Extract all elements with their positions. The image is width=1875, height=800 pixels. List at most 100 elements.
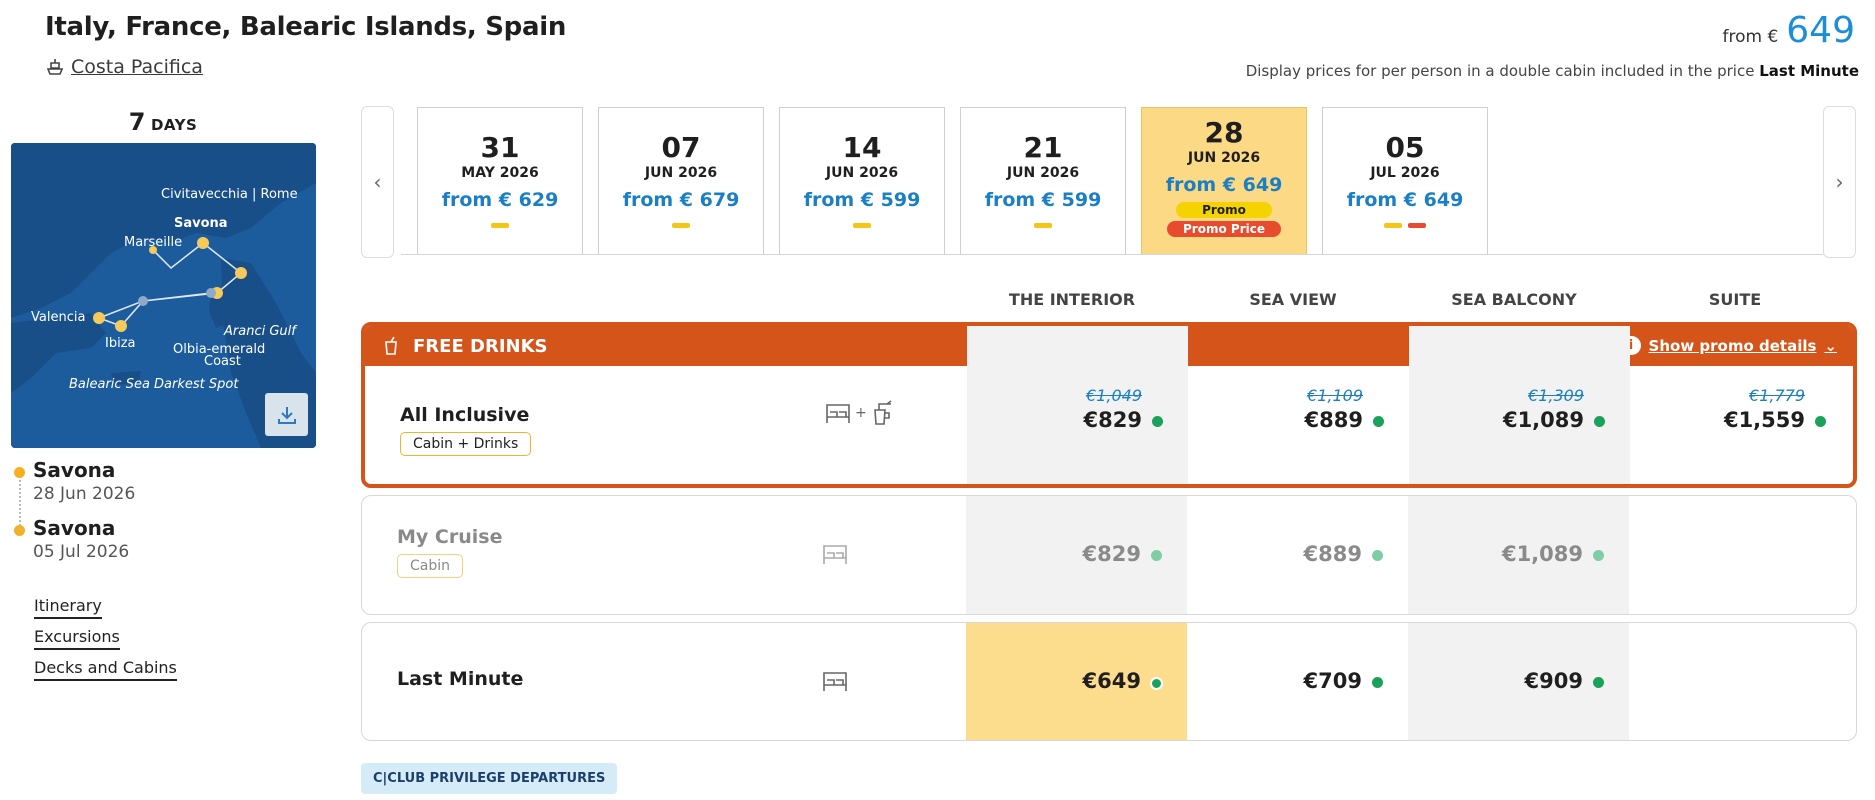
date-card-4-selected[interactable]: 28 JUN 2026 from € 649 Promo Promo Price	[1141, 107, 1307, 254]
date-card-0[interactable]: 31 MAY 2026 from € 629	[417, 107, 583, 254]
marker-yellow	[672, 223, 690, 228]
date-markers	[961, 223, 1125, 228]
availability-dot	[1150, 677, 1163, 690]
date-markers	[418, 223, 582, 228]
row-tag-cabin-drinks: Cabin + Drinks	[400, 432, 532, 456]
offer-price: €1,559	[1723, 408, 1805, 432]
date-day: 07	[661, 131, 701, 164]
chevron-left-icon: ‹	[373, 170, 382, 194]
date-month: JUL 2026	[1370, 165, 1440, 181]
offer-price: €1,089	[1501, 542, 1583, 566]
ship-link[interactable]: Costa Pacifica	[45, 56, 203, 78]
offer-row-my-cruise[interactable]: €829 €889 €1,089 My Cruise Cabin	[361, 495, 1857, 615]
ship-name: Costa Pacifica	[71, 56, 203, 78]
price-cell-interior-selected[interactable]: €649	[966, 623, 1187, 740]
availability-dot	[1152, 416, 1163, 427]
date-price: from € 599	[803, 189, 921, 211]
availability-dot	[1593, 677, 1604, 688]
marker-yellow	[1384, 223, 1402, 228]
original-price: €1,309	[1528, 386, 1584, 405]
drink-icon	[385, 336, 397, 355]
disclaimer-bold: Last Minute	[1759, 62, 1859, 80]
offer-price: €709	[1303, 669, 1362, 693]
offer-row-last-minute[interactable]: €649 €709 €909 Last Minute	[361, 622, 1857, 741]
drinks-icon	[873, 400, 892, 425]
download-icon	[277, 406, 296, 424]
days-label: DAYS	[150, 116, 198, 134]
port-list: Savona 28 Jun 2026 Savona 05 Jul 2026	[14, 458, 135, 574]
price-cell-suite[interactable]: €1,779 €1,559	[1630, 326, 1851, 484]
date-day: 05	[1385, 131, 1425, 164]
price-cell-sea-balcony[interactable]: €1,309 €1,089	[1409, 326, 1630, 484]
port-arrival: Savona 05 Jul 2026	[14, 516, 135, 562]
availability-dot	[1373, 416, 1384, 427]
carousel-prev-button[interactable]: ‹	[361, 106, 394, 258]
carousel-next-button[interactable]: ›	[1823, 106, 1856, 258]
days-number: 7	[128, 108, 146, 136]
offer-price: €829	[1083, 408, 1142, 432]
promo-badge: Promo	[1176, 202, 1272, 218]
map-label-savona: Savona	[174, 216, 228, 231]
offer-price: €889	[1303, 542, 1362, 566]
link-itinerary[interactable]: Itinerary	[34, 596, 102, 619]
date-day: 14	[842, 131, 882, 164]
bed-icon	[823, 545, 847, 564]
date-day: 28	[1204, 116, 1244, 149]
disclaimer-text: Display prices for per person in a doubl…	[1245, 62, 1755, 80]
date-price: from € 679	[622, 189, 740, 211]
availability-dot	[1372, 677, 1383, 688]
price-cell-sea-view[interactable]: €709	[1187, 623, 1408, 740]
price-cell-sea-view[interactable]: €1,109 €889	[1188, 326, 1409, 484]
date-markers	[1323, 223, 1487, 228]
promo-title: FREE DRINKS	[413, 335, 548, 357]
date-month: JUN 2026	[644, 165, 718, 181]
price-cell-sea-view[interactable]: €889	[1187, 496, 1408, 614]
link-decks-cabins[interactable]: Decks and Cabins	[34, 658, 177, 681]
port-connector	[19, 480, 21, 530]
offer-price: €889	[1304, 408, 1363, 432]
plus-sign: +	[855, 405, 867, 421]
bed-icon	[826, 404, 850, 423]
duration: 7 DAYS	[10, 108, 316, 136]
cabin-drinks-icons: +	[825, 400, 897, 426]
original-price: €1,779	[1749, 386, 1805, 405]
club-privilege-badge[interactable]: C|CLUB PRIVILEGE DEPARTURES	[361, 763, 618, 794]
promo-offer-card[interactable]: FREE DRINKS i Show promo details ⌄ €1,04…	[361, 322, 1857, 488]
date-price: from € 649	[1346, 189, 1464, 211]
from-label: from €	[1722, 27, 1779, 47]
date-price: from € 599	[984, 189, 1102, 211]
cruise-detail-page: Italy, France, Balearic Islands, Spain C…	[0, 0, 1875, 800]
chevron-right-icon: ›	[1835, 170, 1844, 194]
map-label-ibiza: Ibiza	[105, 336, 136, 351]
marker-yellow	[853, 223, 871, 228]
row-label-last-minute: Last Minute	[397, 668, 524, 690]
map-download-button[interactable]	[265, 393, 308, 436]
price-cell-sea-balcony[interactable]: €1,089	[1408, 496, 1629, 614]
offer-price: €1,089	[1502, 408, 1584, 432]
price-cell-interior[interactable]: €829	[966, 496, 1187, 614]
availability-dot	[1593, 550, 1604, 561]
date-card-2[interactable]: 14 JUN 2026 from € 599	[779, 107, 945, 254]
map-label-balearic: Balearic Sea Darkest Spot	[69, 377, 239, 392]
original-price: €1,109	[1307, 386, 1363, 405]
date-price: from € 649	[1165, 174, 1283, 196]
marker-yellow	[1034, 223, 1052, 228]
date-month: JUN 2026	[1006, 165, 1080, 181]
date-card-5[interactable]: 05 JUL 2026 from € 649	[1322, 107, 1488, 254]
map-label-civitavecchia: Civitavecchia | Rome	[161, 187, 298, 202]
original-price: €1,049	[1086, 386, 1142, 405]
map-label-valencia: Valencia	[31, 310, 85, 325]
price-cell-interior[interactable]: €1,049 €829	[967, 326, 1188, 484]
date-card-3[interactable]: 21 JUN 2026 from € 599	[960, 107, 1126, 254]
date-card-1[interactable]: 07 JUN 2026 from € 679	[598, 107, 764, 254]
port-dot	[14, 467, 25, 478]
marker-red	[1408, 223, 1426, 228]
date-month: JUN 2026	[1187, 150, 1261, 166]
price-cell-sea-balcony[interactable]: €909	[1408, 623, 1629, 740]
offer-price: €829	[1082, 542, 1141, 566]
port-name: Savona	[33, 458, 116, 482]
from-value: 649	[1786, 10, 1855, 51]
col-header-sea-balcony: SEA BALCONY	[1451, 290, 1577, 309]
date-markers	[599, 223, 763, 228]
link-excursions[interactable]: Excursions	[34, 627, 120, 650]
